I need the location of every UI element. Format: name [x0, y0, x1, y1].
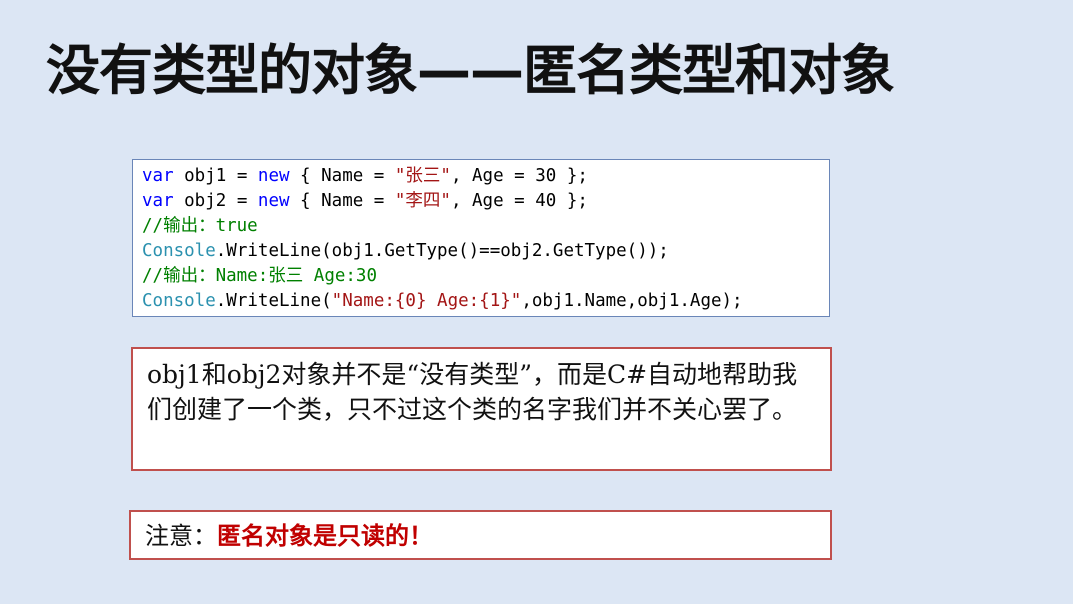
code-comment: //输出：Name:张三 Age:30 [142, 266, 378, 286]
code-keyword: new [257, 166, 290, 186]
code-string: "Name:{0} Age:{1}" [331, 291, 522, 311]
code-text: { Name = [289, 191, 395, 211]
code-line-6: Console.WriteLine("Name:{0} Age:{1}",obj… [142, 289, 829, 314]
code-line-2: var obj2 = new { Name = "李四", Age = 40 }… [142, 189, 829, 214]
code-line-4: Console.WriteLine(obj1.GetType()==obj2.G… [142, 239, 829, 264]
code-string: "李四" [394, 191, 451, 211]
code-text: .WriteLine(obj1.GetType()==obj2.GetType(… [215, 241, 669, 261]
warning-box: 注意：匿名对象是只读的！ [129, 510, 832, 560]
code-text: { Name = [289, 166, 395, 186]
code-comment: //输出：true [142, 216, 258, 236]
code-text: ,obj1.Name,obj1.Age); [521, 291, 743, 311]
slide-title: 没有类型的对象——匿名类型和对象 [46, 39, 895, 102]
code-line-3: //输出：true [142, 214, 829, 239]
code-text: .WriteLine( [215, 291, 332, 311]
code-string: "张三" [394, 166, 451, 186]
code-keyword: var [142, 166, 174, 186]
code-block: var obj1 = new { Name = "张三", Age = 30 }… [132, 159, 830, 317]
warning-text: 匿名对象是只读的！ [217, 521, 433, 550]
code-text: obj2 = [173, 191, 258, 211]
code-text: , Age = 40 }; [450, 191, 588, 211]
code-text: , Age = 30 }; [450, 166, 588, 186]
code-type: Console [142, 241, 216, 261]
code-text: obj1 = [173, 166, 258, 186]
explanation-text: obj1和obj2对象并不是“没有类型”，而是C#自动地帮助我们创建了一个类，只… [147, 360, 798, 424]
code-line-1: var obj1 = new { Name = "张三", Age = 30 }… [142, 164, 829, 189]
code-line-5: //输出：Name:张三 Age:30 [142, 264, 829, 289]
code-type: Console [142, 291, 216, 311]
explanation-box: obj1和obj2对象并不是“没有类型”，而是C#自动地帮助我们创建了一个类，只… [131, 347, 832, 471]
warning-label: 注意： [145, 522, 217, 550]
code-keyword: new [257, 191, 290, 211]
code-keyword: var [142, 191, 174, 211]
